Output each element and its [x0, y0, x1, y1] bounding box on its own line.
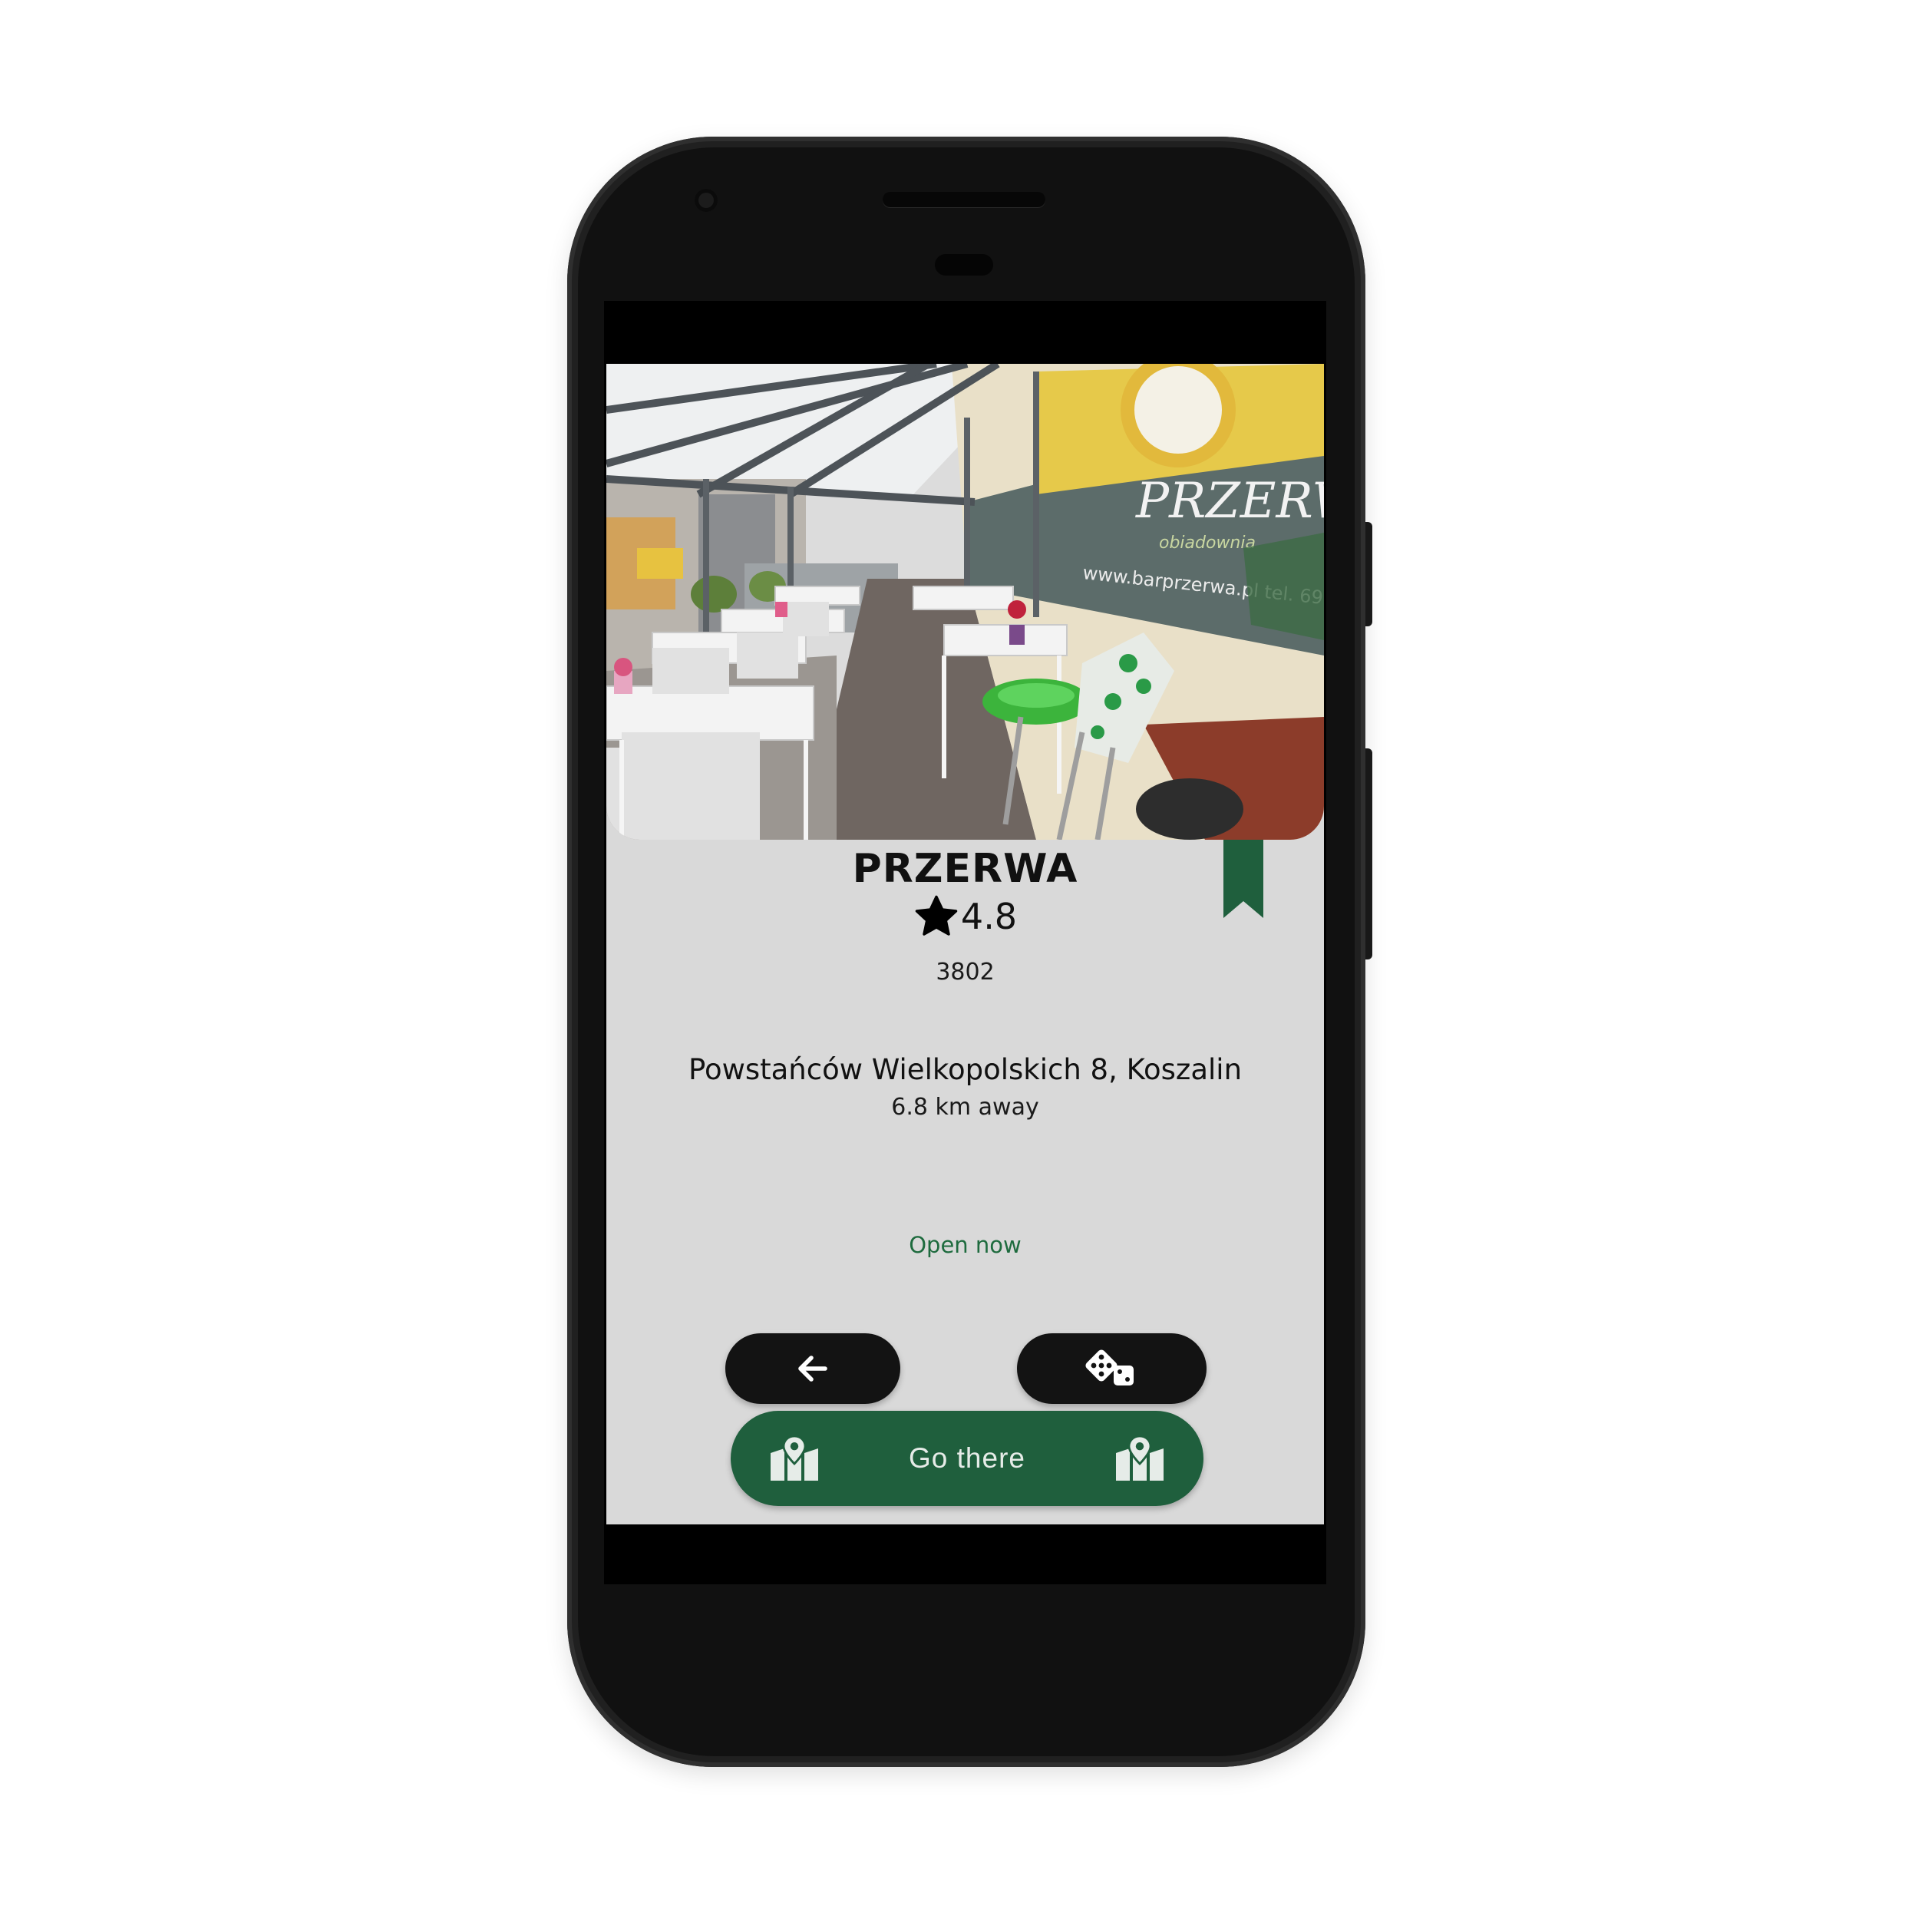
go-there-button[interactable]: Go there: [731, 1411, 1203, 1506]
go-there-label: Go there: [909, 1442, 1025, 1474]
map-pin-icon: [1115, 1435, 1164, 1481]
map-pin-icon: [771, 1435, 818, 1481]
photo-sign-subtext: obiadownia: [1159, 533, 1256, 553]
random-place-button[interactable]: [1017, 1333, 1207, 1404]
photo-sign-text: PRZERWA: [1135, 473, 1324, 530]
arrow-left-icon: [798, 1356, 827, 1382]
proximity-sensor: [935, 254, 993, 276]
place-name: PRZERWA: [852, 846, 1078, 892]
back-button[interactable]: [725, 1333, 900, 1404]
place-photo: PRZERWA obiadownia www.barprzerwa.pl tel…: [606, 364, 1324, 840]
dice-icon: [1084, 1349, 1134, 1385]
open-status: Open now: [909, 1232, 1022, 1258]
star-icon: [915, 895, 958, 936]
place-address: Powstańców Wielkopolskich 8, Koszalin: [688, 1053, 1243, 1086]
device-stage: PRZERWA obiadownia www.barprzerwa.pl tel…: [0, 0, 1928, 1932]
place-distance: 6.8 km away: [891, 1094, 1039, 1121]
rating-row: 4.8: [606, 893, 1324, 940]
front-camera: [695, 189, 718, 212]
earpiece-speaker: [883, 192, 1045, 207]
phone-screen: PRZERWA obiadownia www.barprzerwa.pl tel…: [604, 301, 1326, 1584]
place-detail-card: PRZERWA obiadownia www.barprzerwa.pl tel…: [606, 364, 1324, 1524]
review-count: 3802: [936, 959, 995, 986]
rating-value: 4.8: [960, 896, 1018, 937]
